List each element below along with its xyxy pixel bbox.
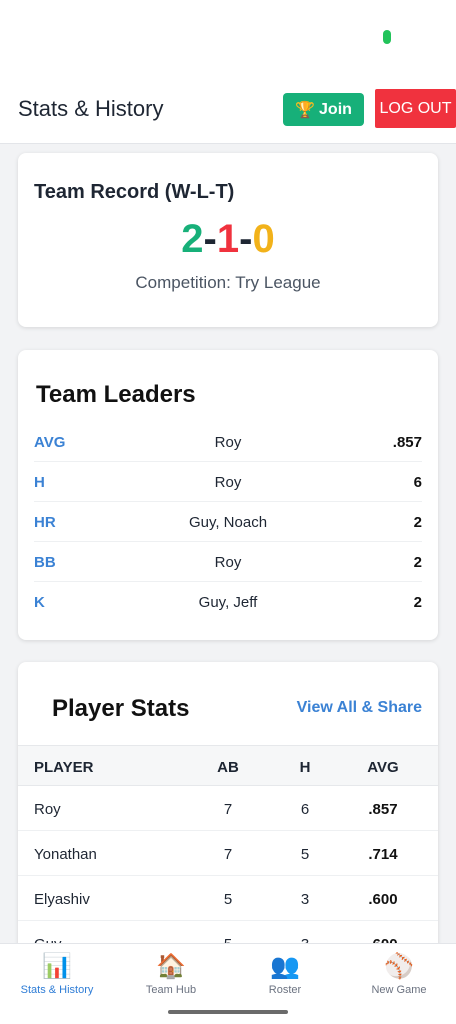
column-header-player[interactable]: PLAYER — [34, 759, 93, 776]
team-record-title: Team Record (W-L-T) — [34, 181, 235, 203]
player-h: 5 — [300, 846, 310, 863]
player-name: Yonathan — [34, 846, 97, 863]
logout-button[interactable]: LOG OUT — [375, 89, 456, 128]
player-name: Roy — [34, 801, 61, 818]
player-ab: 7 — [223, 801, 233, 818]
page-title: Stats & History — [18, 96, 164, 121]
leader-row-avg: AVG Roy .857 — [34, 422, 422, 462]
home-gesture-bar[interactable] — [168, 1010, 288, 1014]
player-stats-title: Player Stats — [52, 695, 190, 722]
leader-row-k: K Guy, Jeff 2 — [34, 582, 422, 622]
join-label: Join — [319, 100, 352, 118]
baseball-icon: ⚾ — [384, 953, 414, 980]
tab-team-hub[interactable]: 🏠 Team Hub — [114, 952, 228, 996]
player-ab: 7 — [223, 846, 233, 863]
view-all-share-link[interactable]: View All & Share — [297, 699, 422, 717]
player-ab: 5 — [223, 891, 233, 908]
house-icon: 🏠 — [156, 953, 186, 980]
column-header-ab[interactable]: AB — [208, 759, 248, 776]
trophy-icon: 🏆 — [295, 101, 316, 119]
tab-roster[interactable]: 👥 Roster — [228, 952, 342, 996]
player-avg: .600 — [368, 891, 398, 908]
table-row[interactable]: Yonathan 7 5 .714 — [18, 831, 438, 876]
table-row[interactable]: Roy 7 6 .857 — [18, 786, 438, 831]
tab-label: Roster — [268, 984, 302, 996]
player-avg: .714 — [368, 846, 398, 863]
bar-chart-icon: 📊 — [42, 953, 72, 980]
leader-row-hr: HR Guy, Noach 2 — [34, 502, 422, 542]
team-leaders-title: Team Leaders — [36, 381, 196, 408]
leader-row-h: H Roy 6 — [34, 462, 422, 502]
table-row[interactable]: Elyashiv 5 3 .600 — [18, 876, 438, 921]
app-header: Stats & History 🏆 Join LOG OUT — [0, 76, 456, 144]
bottom-tab-bar: 📊 Stats & History 🏠 Team Hub 👥 Roster ⚾ … — [0, 943, 456, 1024]
record-separator: - — [203, 217, 217, 261]
player-h: 3 — [300, 891, 310, 908]
tab-label: Team Hub — [145, 984, 197, 996]
player-avg: .857 — [368, 801, 398, 818]
tab-stats-history[interactable]: 📊 Stats & History — [0, 952, 114, 996]
wins-value: 2 — [181, 217, 204, 261]
player-h: 6 — [300, 801, 310, 818]
status-bar — [0, 0, 456, 76]
player-name: Elyashiv — [34, 891, 90, 908]
ties-value: 0 — [252, 217, 275, 261]
tab-label: Stats & History — [20, 984, 94, 996]
leader-value: .857 — [392, 434, 422, 451]
leader-value: 2 — [413, 594, 422, 611]
competition-label: Competition: Try League — [135, 273, 321, 292]
leader-name: Guy, Jeff — [198, 594, 258, 611]
status-indicator-dot — [383, 30, 391, 44]
tab-new-game[interactable]: ⚾ New Game — [342, 952, 456, 996]
leader-value: 2 — [413, 514, 422, 531]
leader-name: Guy, Noach — [188, 514, 268, 531]
people-icon: 👥 — [270, 953, 300, 980]
join-button[interactable]: 🏆 Join — [283, 93, 364, 126]
losses-value: 1 — [216, 217, 240, 261]
leader-row-bb: BB Roy 2 — [34, 542, 422, 582]
leader-name: Roy — [214, 434, 242, 451]
leader-name: Roy — [214, 554, 242, 571]
tab-label: New Game — [371, 984, 427, 996]
column-header-h[interactable]: H — [285, 759, 325, 776]
leader-value: 6 — [413, 474, 422, 491]
player-stats-table-header: PLAYER AB H AVG — [18, 745, 438, 786]
team-leaders-card: Team Leaders AVG Roy .857 H Roy 6 HR Guy… — [18, 350, 438, 640]
column-header-avg[interactable]: AVG — [358, 759, 408, 776]
leader-name: Roy — [214, 474, 242, 491]
leader-value: 2 — [413, 554, 422, 571]
team-record-score: 2-1-0 — [18, 217, 438, 262]
record-separator: - — [239, 217, 253, 261]
team-record-card: Team Record (W-L-T) 2-1-0 Competition: T… — [18, 153, 438, 327]
